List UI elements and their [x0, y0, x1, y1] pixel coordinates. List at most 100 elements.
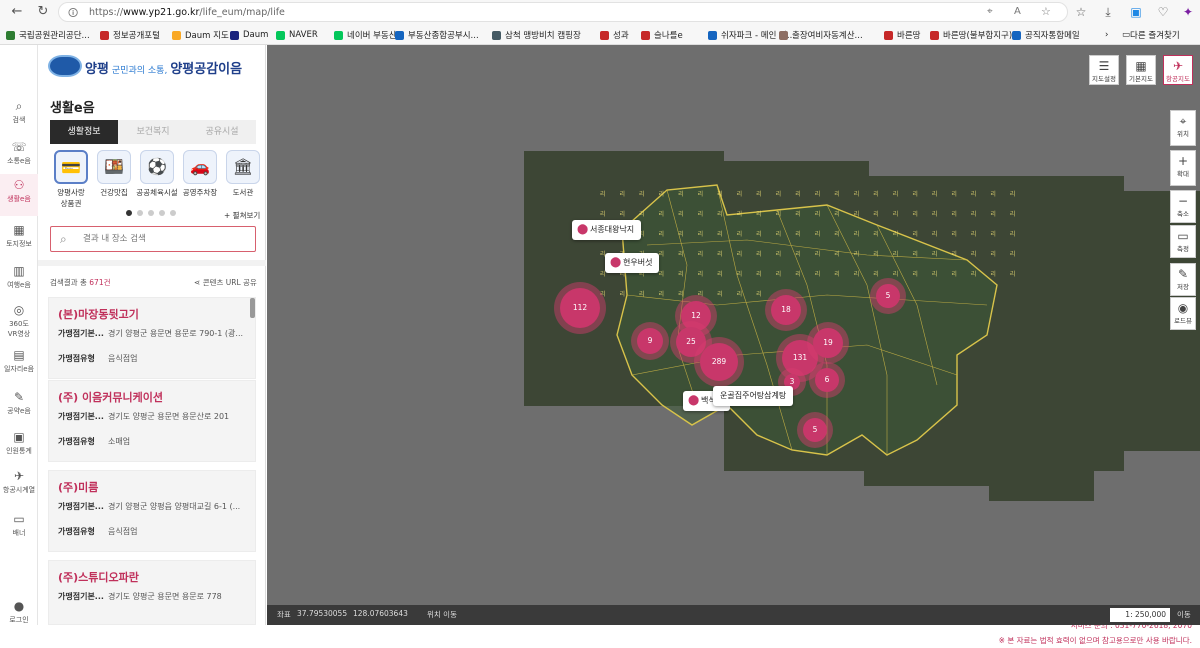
bookmark-item[interactable]: 정보공개포털	[100, 28, 160, 42]
map-place-pin[interactable]: ⬤ 서종대왕낙지	[572, 220, 642, 240]
rail-item-label: 항공시계열	[2, 486, 36, 494]
extensions-icon[interactable]: ♡	[1155, 4, 1171, 20]
bookmark-item[interactable]: 공직자통합메일	[1012, 28, 1080, 42]
result-card[interactable]: (주) 이음커뮤니케이션 가맹점기본... 경기도 양평군 용문면 용문산로 201…	[48, 380, 256, 462]
tab-life-info[interactable]: 생활정보	[50, 120, 118, 144]
folder-icon: ▭	[1122, 30, 1131, 40]
result-name[interactable]: (주) 이음커뮤니케이션	[58, 389, 163, 405]
category-button[interactable]: 🚗 공영주차장	[179, 150, 221, 198]
rail-item[interactable]: ⌕ 검색	[0, 95, 38, 131]
zoom-in-icon: +	[1177, 154, 1189, 168]
map-cluster[interactable]: 5	[797, 412, 833, 448]
rail-item[interactable]: ● 로그인	[0, 595, 38, 631]
bookmark-item[interactable]: 슬나를e	[641, 28, 683, 42]
back-icon[interactable]: ←	[8, 3, 26, 21]
map-place-pin[interactable]: ⬤ 현우버섯	[605, 253, 660, 273]
bookmark-label: Daum	[243, 30, 269, 40]
carousel-dots[interactable]	[126, 210, 176, 216]
bookmark-item[interactable]: NAVER	[276, 28, 318, 42]
bookmark-favicon-icon	[641, 30, 650, 40]
scale-move-button[interactable]: 이동	[1177, 609, 1191, 620]
location-icon[interactable]: ⌖	[987, 6, 993, 17]
rail-item[interactable]: ◎ 360도 VR영상	[0, 299, 38, 338]
rail-item[interactable]: ▤ 일자리e음	[0, 344, 38, 380]
result-card[interactable]: (주)스튜디오파란 가맹점기본... 경기도 양평군 용문면 용문로 778	[48, 560, 256, 625]
move-to-location-button[interactable]: 위치 이동	[427, 609, 457, 620]
read-aloud-icon[interactable]: A	[1014, 6, 1021, 17]
map-control-6[interactable]: ◉ 로드뷰	[1170, 297, 1196, 330]
result-name[interactable]: (주)미름	[58, 479, 98, 495]
chevron-right-icon[interactable]: ›	[1105, 28, 1108, 42]
tab-health-welfare[interactable]: 보건복지	[118, 120, 188, 144]
cluster-count: 9	[637, 328, 663, 354]
map-cluster[interactable]: 289	[694, 337, 744, 387]
result-name[interactable]: (본)마장동뒷고기	[58, 306, 139, 322]
base-map-button[interactable]: ▦ 기본지도	[1126, 55, 1156, 85]
address-bar[interactable]: 🛈 https://www.yp21.go.kr/life_eum/map/li…	[58, 2, 1068, 22]
map-control-3[interactable]: − 축소	[1170, 190, 1196, 223]
bookmark-item[interactable]: 삼척 맹방비치 캠핑장	[492, 28, 581, 42]
scale-input[interactable]: 1: 250,000	[1110, 608, 1170, 622]
category-button[interactable]: 💳 양평사랑 상품권	[50, 150, 92, 209]
share-url-button[interactable]: ⋖ 콘텐츠 URL 공유	[194, 277, 257, 288]
aerial-map-button[interactable]: ✈ 항공지도	[1163, 55, 1193, 85]
rail-item[interactable]: ✈ 항공시계열	[0, 465, 38, 501]
bookmark-label: NAVER	[289, 30, 318, 40]
rail-item[interactable]: ▣ 인원통계	[0, 426, 38, 462]
map-view[interactable]: 리리리리리리리리리리리리리리리리리리리리리리리리리리리리리리리리리리리리리리리리…	[267, 45, 1200, 648]
map-cluster[interactable]: 5	[870, 278, 906, 314]
rail-item[interactable]: ✎ 공약e음	[0, 386, 38, 422]
refresh-icon[interactable]: ↻	[34, 3, 52, 21]
bookmark-item[interactable]: 성과	[600, 28, 629, 42]
map-cluster[interactable]: 6	[809, 362, 845, 398]
url-text: https://www.yp21.go.kr/life_eum/map/life	[89, 7, 285, 18]
map-cluster[interactable]: 18	[765, 289, 807, 331]
bookmark-item[interactable]: 바른땅(불부합지구)	[930, 28, 1012, 42]
bookmark-item[interactable]: 국립공원관리공단...	[6, 28, 90, 42]
result-name[interactable]: (주)스튜디오파란	[58, 569, 139, 585]
search-icon[interactable]: ⌕	[60, 232, 67, 247]
place-search-box: ⌕	[50, 226, 256, 252]
results-scrollbar[interactable]	[250, 298, 255, 318]
rail-item[interactable]: ☏ 소통e음	[0, 136, 38, 172]
site-info-icon[interactable]: 🛈	[68, 6, 78, 23]
bookmark-item[interactable]: 바른땅	[884, 28, 920, 42]
copilot-icon[interactable]: ✦	[1180, 4, 1196, 20]
map-settings-button[interactable]: ☰ 지도설정	[1089, 55, 1119, 85]
site-logo[interactable]: 양평 군민과의 소통, 양평공감이음	[48, 55, 258, 79]
network-icon: ⚇	[13, 178, 25, 192]
map-cluster[interactable]: 19	[807, 322, 849, 364]
place-search-input[interactable]	[83, 231, 248, 247]
bookmark-favicon-icon	[6, 30, 15, 40]
rail-item[interactable]: ▭ 배너	[0, 508, 38, 544]
bookmark-item[interactable]: 부동산종합공부시...	[395, 28, 479, 42]
category-button[interactable]: ⚽ 공공체육시설	[136, 150, 178, 198]
result-card[interactable]: (본)마장동뒷고기 가맹점기본... 경기 양평군 용문면 용문로 790-1 (광…	[48, 297, 256, 379]
tab-shared-facilities[interactable]: 공유시설	[188, 120, 256, 144]
favorite-star-icon[interactable]: ☆	[1041, 5, 1051, 18]
collections-icon[interactable]: ▣	[1128, 4, 1144, 20]
map-control-4[interactable]: ▭ 측정	[1170, 225, 1196, 258]
bookmark-item[interactable]: Daum	[230, 28, 268, 42]
bookmark-item[interactable]: 출장여비자동계산...	[779, 28, 863, 42]
life-panel: 양평 군민과의 소통, 양평공감이음 생활e음 생활정보 보건복지 공유시설 💳 양평…	[38, 45, 266, 625]
download-icon[interactable]: ⤓	[1100, 4, 1116, 20]
map-cluster[interactable]: 9	[631, 322, 669, 360]
category-button[interactable]: 🏛 도서관	[222, 150, 264, 198]
map-cluster[interactable]: 112	[554, 282, 606, 334]
favorites-icon[interactable]: ☆	[1073, 4, 1089, 20]
rail-item[interactable]: ▦ 토지정보	[0, 219, 38, 255]
bookmark-item[interactable]: Daum 지도	[172, 28, 229, 42]
category-button[interactable]: 🍱 건강맛집	[93, 150, 135, 198]
rail-item[interactable]: ▥ 여행e음	[0, 260, 38, 296]
rail-item[interactable]: ⚇ 생활e음	[0, 174, 38, 216]
map-control-5[interactable]: ✎ 저장	[1170, 263, 1196, 296]
map-control-2[interactable]: + 확대	[1170, 150, 1196, 186]
result-card[interactable]: (주)미름 가맹점기본... 경기 양평군 양평읍 양평대교길 6-1 (... 가맹…	[48, 470, 256, 552]
other-favorites-folder[interactable]: ▭ 다른 즐겨찾기	[1122, 28, 1180, 42]
map-place-pin[interactable]: 운골집주어탕삼계탕	[713, 386, 794, 406]
map-marker-icon: ⬤	[577, 224, 589, 235]
bookmark-item[interactable]: 네이버 부동산	[334, 28, 397, 42]
map-control-1[interactable]: ⌖ 위치	[1170, 110, 1196, 146]
expand-link[interactable]: + 펼쳐보기	[224, 210, 260, 221]
